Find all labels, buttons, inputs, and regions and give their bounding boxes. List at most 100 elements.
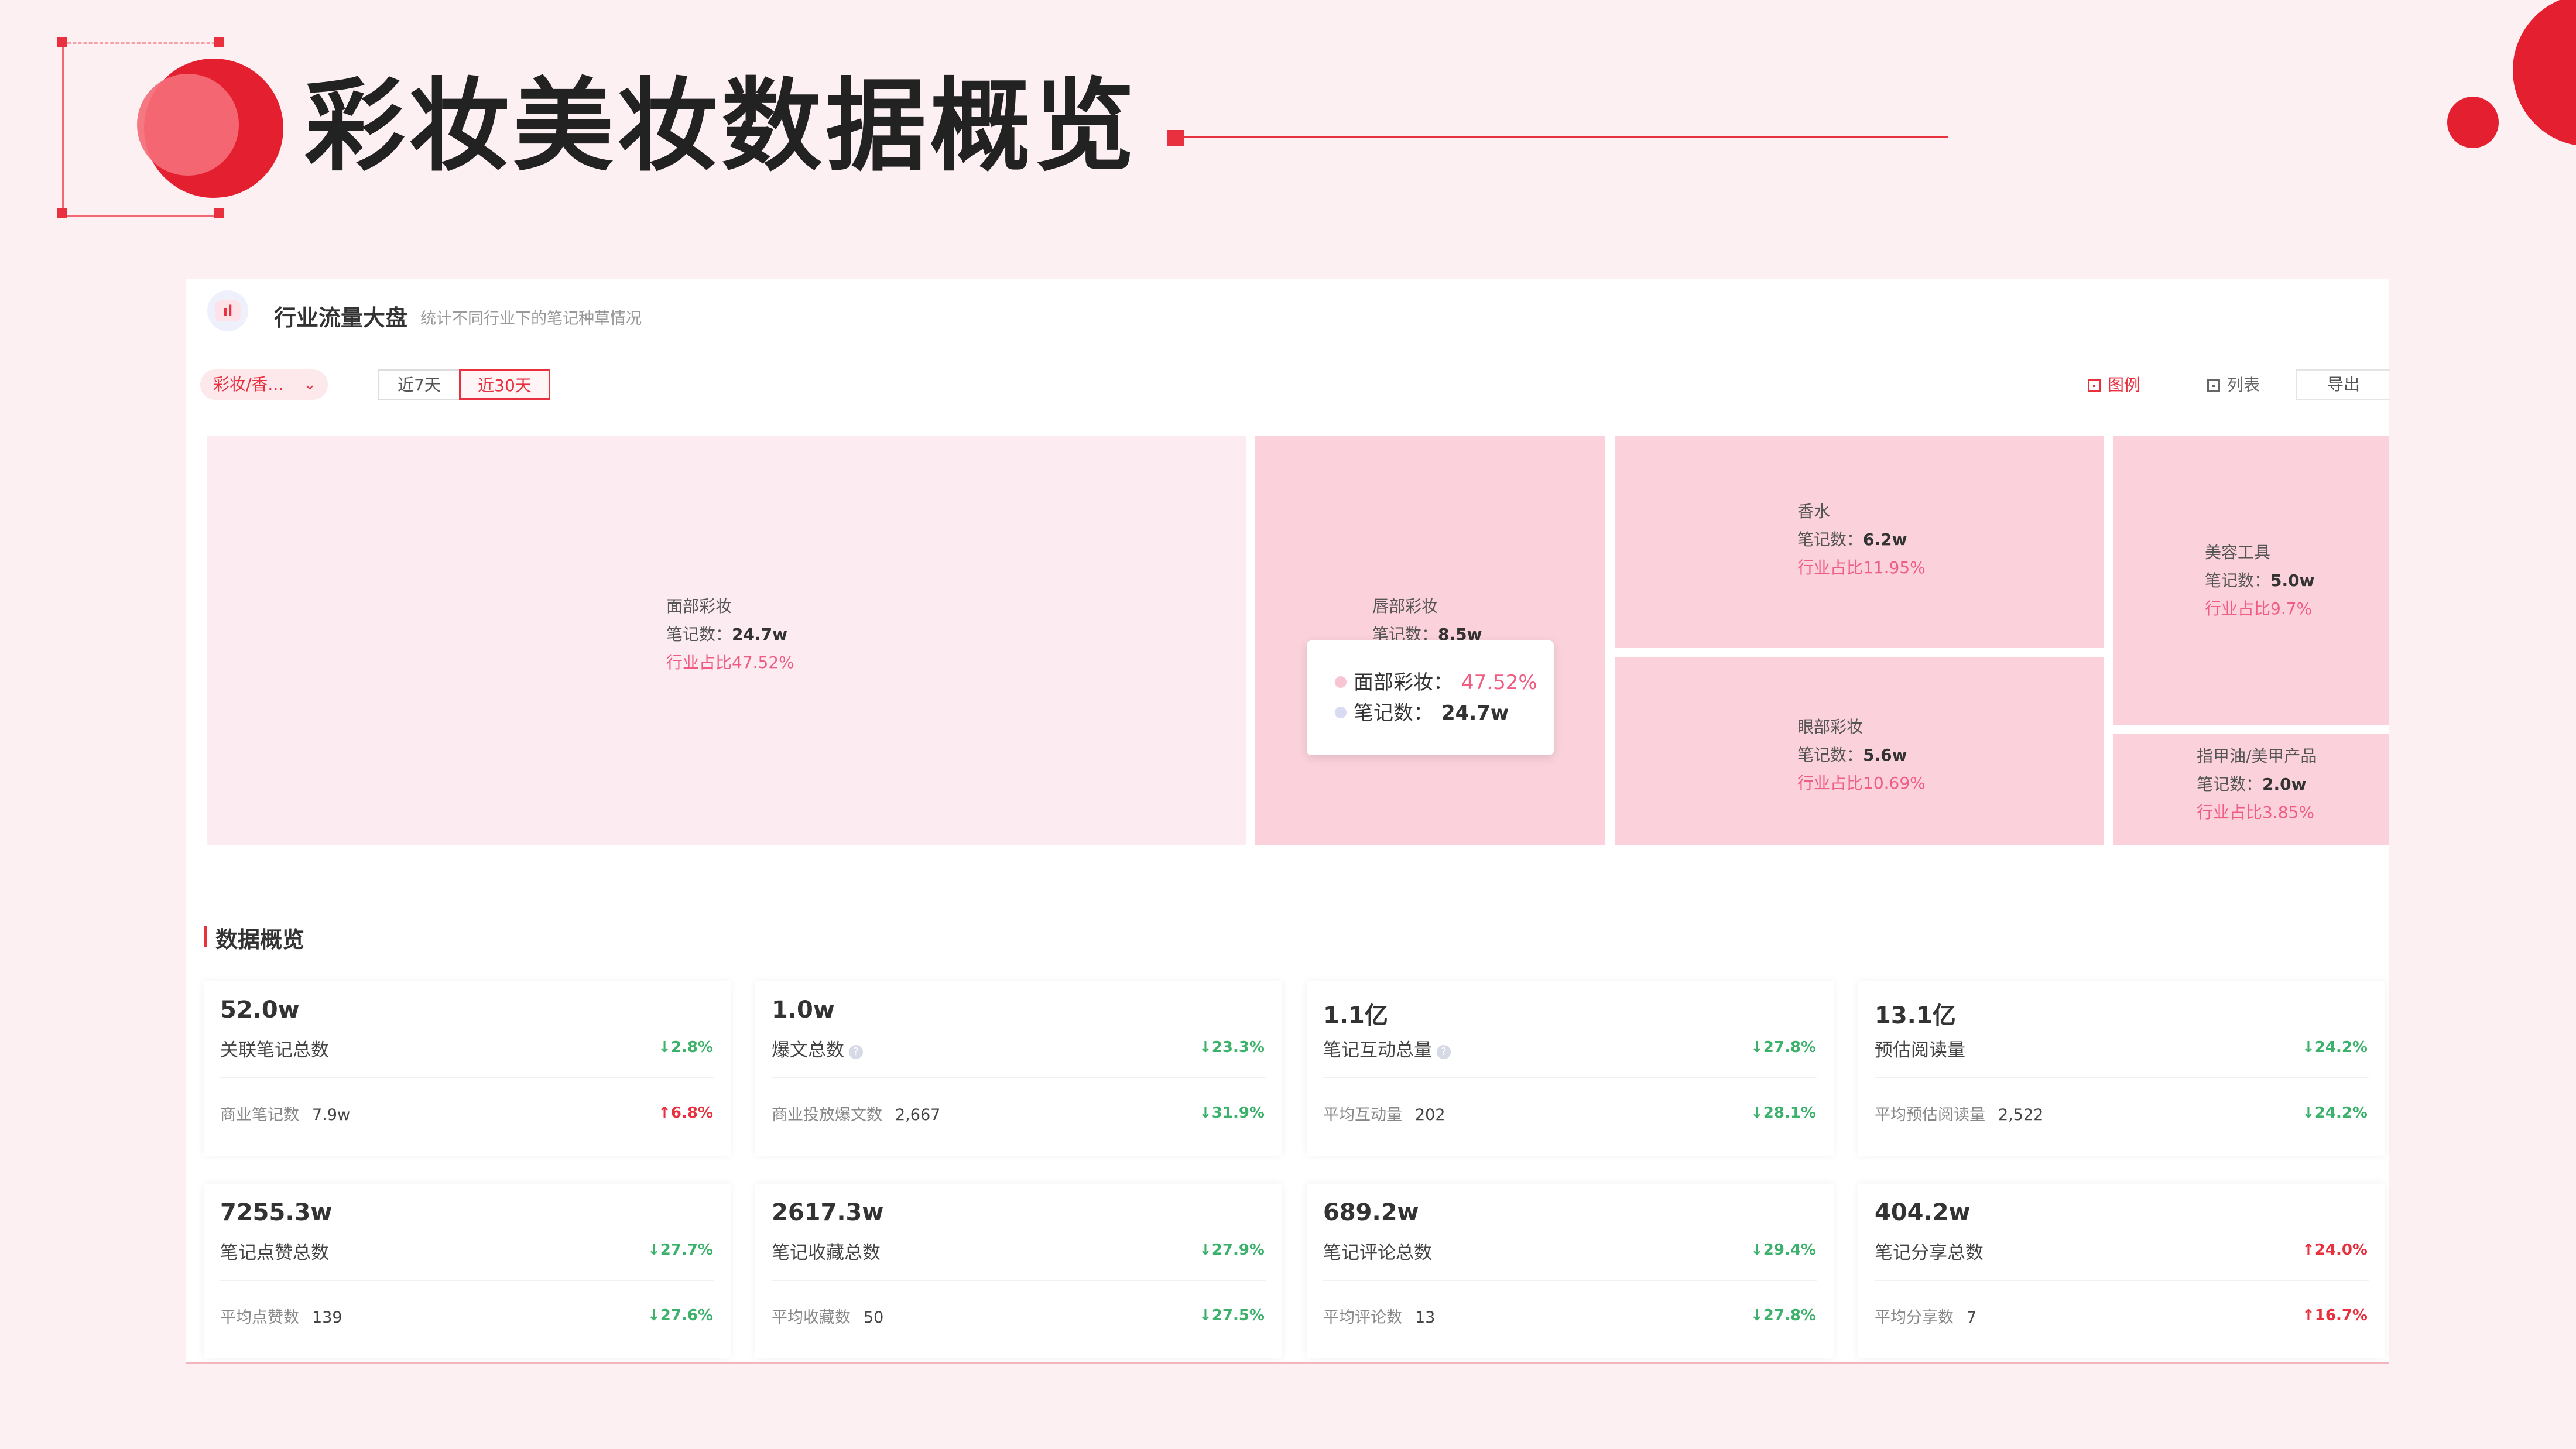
treemap-tile-nail-products[interactable]: 指甲油/美甲产品 笔记数：2.0w 行业占比3.85%	[2113, 734, 2389, 845]
legend-toggle[interactable]: 图例	[2088, 372, 2140, 398]
question-mark-icon[interactable]: ?	[1437, 1045, 1451, 1059]
treemap-tile-perfume[interactable]: 香水 笔记数：6.2w 行业占比11.95%	[1615, 436, 2104, 648]
tooltip-count-label: 笔记数：	[1354, 701, 1433, 725]
corner-circle-decoration	[2513, 0, 2576, 146]
tile-share: 行业占比47.52%	[666, 653, 794, 672]
metric-name: 预估阅读量	[1875, 1035, 1965, 1061]
tile-share: 行业占比3.85%	[2197, 803, 2314, 822]
industry-treemap: 面部彩妆 笔记数：24.7w 行业占比47.52% 唇部彩妆 笔记数：8.5w …	[207, 436, 2389, 845]
list-toggle[interactable]: 列表	[2207, 372, 2260, 398]
bar-chart-icon: ıl	[207, 290, 248, 331]
metric-value: 404.2w	[1875, 1199, 1971, 1226]
metric-name-text: 爆文总数	[772, 1040, 844, 1061]
metric-sub-label: 平均点赞数	[220, 1308, 299, 1327]
metric-sub: 商业笔记数 7.9w	[220, 1102, 350, 1125]
metric-sub-label: 平均分享数	[1875, 1308, 1954, 1327]
metric-card: 1.1亿 笔记互动总量? ↓27.8% 平均互动量 202 ↓28.1%	[1307, 981, 1834, 1156]
metric-value: 1.0w	[772, 996, 835, 1023]
section-title-bar	[204, 926, 207, 947]
period-7d-button[interactable]: 近7天	[378, 369, 459, 400]
metric-sub: 平均收藏数 50	[772, 1304, 883, 1327]
treemap-tile-face-makeup[interactable]: 面部彩妆 笔记数：24.7w 行业占比47.52%	[207, 436, 1246, 845]
treemap-tile-beauty-tools[interactable]: 美容工具 笔记数：5.0w 行业占比9.7%	[2113, 436, 2389, 725]
corner-dot-decoration	[57, 37, 67, 47]
metric-sub-label: 平均评论数	[1323, 1308, 1402, 1327]
metric-name-text: 笔记分享总数	[1875, 1242, 1984, 1263]
tile-count-label: 笔记数：	[2205, 571, 2271, 590]
slide-title: 彩妆美妆数据概览	[304, 67, 1138, 185]
legend-label: 图例	[2108, 375, 2141, 395]
panel-description: 统计不同行业下的笔记种草情况	[420, 310, 642, 328]
tile-name: 指甲油/美甲产品	[2197, 746, 2317, 766]
metric-card: 404.2w 笔记分享总数 ↑24.0% 平均分享数 7 ↑16.7%	[1858, 1184, 2385, 1358]
metric-name: 笔记收藏总数	[772, 1238, 881, 1264]
metric-name: 爆文总数?	[772, 1035, 863, 1061]
tile-count: 24.7w	[732, 625, 787, 644]
tile-share: 行业占比10.69%	[1797, 773, 1926, 793]
metric-name: 笔记点赞总数	[220, 1238, 329, 1264]
tile-count-label: 笔记数：	[666, 625, 732, 644]
list-icon	[2207, 379, 2220, 392]
corner-dot-decoration	[214, 37, 224, 47]
metric-value: 2617.3w	[772, 1199, 884, 1226]
question-mark-icon[interactable]: ?	[849, 1045, 863, 1059]
metric-trend: ↓27.8%	[1751, 1039, 1816, 1056]
corner-dot-circle-decoration	[2447, 97, 2499, 148]
metric-sub-trend: ↓27.5%	[1199, 1307, 1265, 1324]
tile-share: 行业占比9.7%	[2205, 599, 2313, 618]
metric-sub-label: 商业笔记数	[220, 1106, 299, 1124]
card-divider	[772, 1077, 1266, 1078]
card-divider	[1875, 1077, 2369, 1078]
title-line-square	[1167, 130, 1184, 146]
card-divider	[220, 1280, 714, 1281]
metric-sub-value: 202	[1415, 1106, 1445, 1124]
metric-sub-label: 平均互动量	[1323, 1106, 1402, 1124]
treemap-tile-eye-makeup[interactable]: 眼部彩妆 笔记数：5.6w 行业占比10.69%	[1615, 657, 2104, 845]
metric-sub-trend: ↓27.6%	[648, 1307, 713, 1324]
panel-title: 行业流量大盘	[274, 305, 408, 331]
metric-sub-label: 平均收藏数	[772, 1308, 851, 1327]
card-divider	[1323, 1280, 1817, 1281]
panel-bottom-border	[186, 1362, 2389, 1364]
tile-count: 2.0w	[2262, 775, 2307, 794]
category-select[interactable]: 彩妆/香... ⌄	[200, 369, 328, 400]
metric-trend: ↓29.4%	[1751, 1241, 1816, 1259]
metric-trend: ↑24.0%	[2302, 1241, 2368, 1259]
tile-name: 面部彩妆	[666, 597, 732, 616]
metric-sub-value: 139	[312, 1308, 342, 1327]
metric-name-text: 关联笔记总数	[220, 1040, 329, 1061]
metric-sub: 平均互动量 202	[1323, 1102, 1445, 1125]
metric-name: 笔记互动总量?	[1323, 1035, 1451, 1061]
metric-sub-trend: ↓24.2%	[2302, 1104, 2368, 1122]
metric-sub-trend: ↓31.9%	[1199, 1104, 1265, 1122]
metric-trend: ↓27.9%	[1199, 1241, 1265, 1259]
metric-card: 2617.3w 笔记收藏总数 ↓27.9% 平均收藏数 50 ↓27.5%	[755, 1184, 1282, 1358]
metric-sub: 商业投放爆文数 2,667	[772, 1102, 940, 1125]
metric-name: 笔记评论总数	[1323, 1238, 1432, 1264]
metric-sub-trend: ↓27.8%	[1751, 1307, 1816, 1324]
tile-share: 行业占比11.95%	[1797, 558, 1926, 577]
metric-card: 13.1亿 预估阅读量 ↓24.2% 平均预估阅读量 2,522 ↓24.2%	[1858, 981, 2385, 1156]
metric-name-text: 笔记点赞总数	[220, 1242, 329, 1263]
category-select-value: 彩妆/香...	[213, 375, 284, 394]
tile-count-label: 笔记数：	[1797, 745, 1864, 765]
metric-name-text: 预估阅读量	[1875, 1040, 1965, 1061]
chevron-down-icon: ⌄	[303, 376, 316, 393]
period-30d-button[interactable]: 近30天	[459, 369, 550, 400]
metric-value: 1.1亿	[1323, 1002, 1388, 1029]
tile-name: 眼部彩妆	[1797, 717, 1864, 737]
list-label: 列表	[2227, 375, 2260, 395]
metric-name: 笔记分享总数	[1875, 1238, 1984, 1264]
metric-sub-value: 13	[1415, 1308, 1436, 1327]
metric-sub-trend: ↑6.8%	[658, 1104, 713, 1122]
tile-count: 6.2w	[1863, 530, 1907, 549]
title-underline	[1184, 136, 1948, 138]
legend-icon	[2088, 379, 2101, 392]
treemap-tooltip: 面部彩妆： 47.52% 笔记数： 24.7w	[1307, 640, 1554, 755]
overview-title: 数据概览	[215, 927, 305, 953]
logo-circle-small	[137, 74, 239, 176]
metric-sub-value: 2,522	[1998, 1106, 2044, 1124]
metric-card: 52.0w 关联笔记总数 ↓2.8% 商业笔记数 7.9w ↑6.8%	[204, 981, 731, 1156]
metric-name-text: 笔记评论总数	[1323, 1242, 1432, 1263]
export-button[interactable]: 导出	[2296, 369, 2390, 400]
